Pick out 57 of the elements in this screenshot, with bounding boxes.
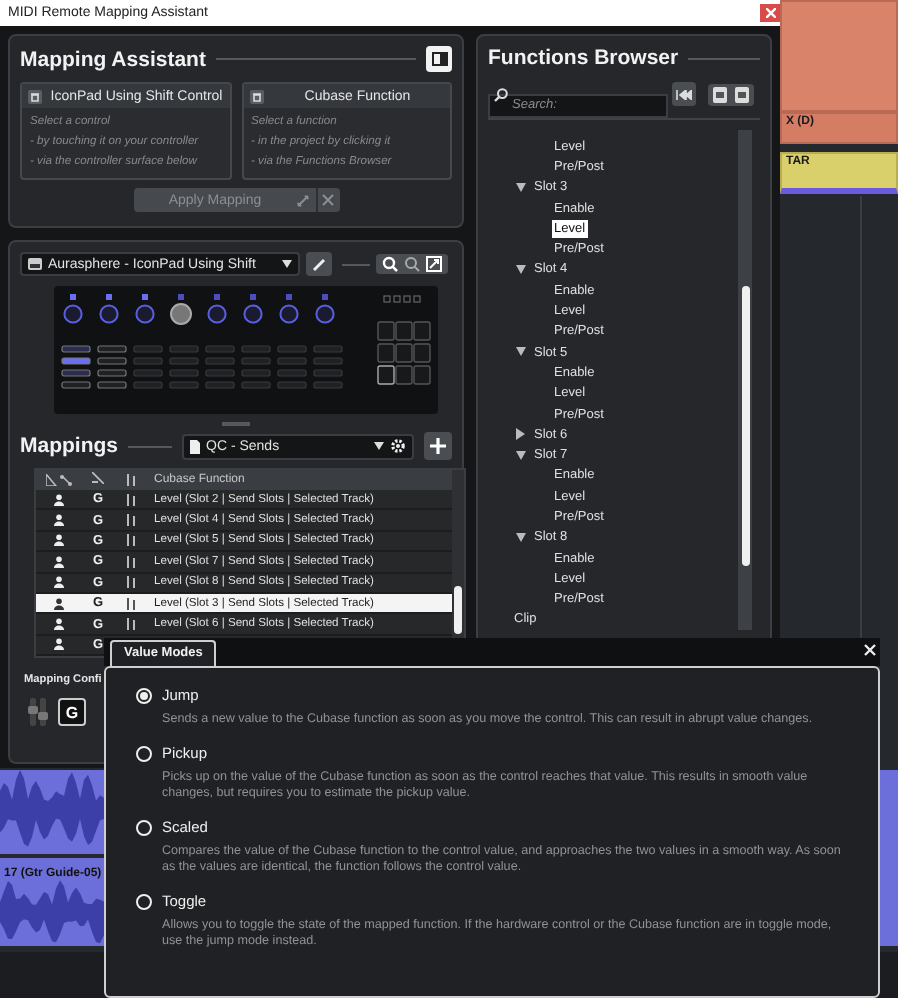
document-icon [190, 439, 200, 453]
rewind-icon [676, 89, 692, 99]
bars-icon [125, 493, 135, 506]
global-button[interactable]: G [58, 698, 86, 727]
expand-arrow-icon[interactable] [516, 428, 526, 441]
user-icon [54, 555, 64, 568]
section-title: Mappings [20, 434, 118, 458]
settings-icon[interactable] [390, 438, 406, 454]
link-icon [295, 193, 309, 207]
collapse-arrow-icon[interactable] [516, 531, 526, 544]
bars-icon [125, 618, 135, 631]
column-icon[interactable] [125, 474, 135, 486]
user-icon [54, 638, 64, 651]
close-icon[interactable] [864, 644, 876, 656]
user-icon [54, 493, 64, 506]
caret-icon [282, 260, 292, 268]
scrollbar[interactable] [738, 130, 752, 630]
column-icon[interactable] [92, 472, 104, 484]
user-icon [54, 618, 64, 631]
user-icon [54, 514, 64, 527]
collapse-arrow-icon[interactable] [516, 346, 526, 359]
zoom-out-icon[interactable] [404, 256, 420, 272]
fader-icon [28, 698, 48, 727]
waveform-drawing [0, 880, 104, 944]
radio-button[interactable] [136, 819, 152, 835]
user-icon [54, 534, 64, 547]
controller-drawing[interactable] [54, 286, 438, 414]
panel-toggle-button[interactable] [426, 46, 452, 72]
trash-icon[interactable] [249, 89, 263, 103]
bars-icon [125, 555, 135, 568]
trash-icon[interactable] [28, 89, 42, 103]
keyboard-icon [28, 258, 42, 270]
bars-icon [125, 597, 135, 610]
panel-title: Functions Browser [488, 46, 679, 70]
collapse-arrow-icon[interactable] [516, 449, 526, 462]
add-button[interactable] [424, 432, 452, 460]
caret-icon [374, 442, 384, 450]
radio-button[interactable] [136, 893, 152, 909]
fit-icon[interactable] [426, 256, 442, 272]
bars-icon [125, 534, 135, 547]
zoom-in-icon[interactable] [382, 256, 398, 272]
user-icon [54, 576, 64, 589]
panel-title: Mapping Assistant [20, 47, 206, 71]
column-icon[interactable] [45, 474, 73, 486]
user-icon [54, 597, 64, 610]
radio-button[interactable] [136, 687, 152, 703]
bars-icon [125, 514, 135, 527]
audio-clip [0, 770, 104, 854]
collapse-arrow-icon[interactable] [516, 181, 526, 194]
collapse-arrow-icon[interactable] [516, 263, 526, 276]
pencil-icon [312, 257, 326, 271]
radio-button[interactable] [136, 745, 152, 761]
edit-button[interactable] [306, 252, 332, 276]
collapse-all-button[interactable] [672, 82, 696, 106]
bars-icon [125, 576, 135, 589]
close-button[interactable] [760, 4, 780, 22]
search-icon [494, 87, 508, 101]
